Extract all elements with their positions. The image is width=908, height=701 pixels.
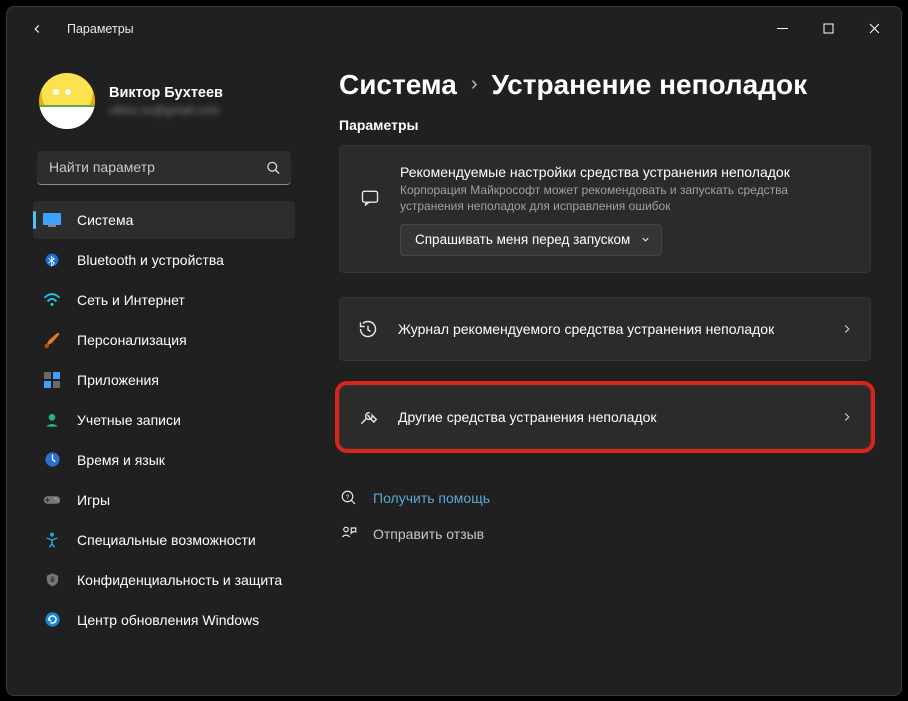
sidebar-item-system[interactable]: Система bbox=[33, 201, 295, 239]
sidebar-item-label: Приложения bbox=[77, 372, 159, 388]
nav: Система Bluetooth и устройства Сеть и Ин… bbox=[33, 201, 295, 639]
maximize-button[interactable] bbox=[805, 13, 851, 45]
sidebar-item-label: Система bbox=[77, 212, 133, 228]
sidebar: Виктор Бухтеев viktor.xx@gmail.com Систе… bbox=[7, 61, 309, 695]
accessibility-icon bbox=[43, 531, 61, 549]
search-box[interactable] bbox=[37, 151, 291, 185]
svg-text:?: ? bbox=[346, 494, 350, 501]
apps-icon bbox=[43, 371, 61, 389]
card-title: Журнал рекомендуемого средства устранени… bbox=[398, 321, 822, 337]
breadcrumb-separator-icon: › bbox=[471, 73, 478, 96]
sidebar-item-label: Сеть и Интернет bbox=[77, 292, 185, 308]
sidebar-item-label: Время и язык bbox=[77, 452, 165, 468]
sidebar-item-label: Персонализация bbox=[77, 332, 187, 348]
sidebar-item-time-language[interactable]: Время и язык bbox=[33, 441, 295, 479]
sidebar-item-label: Bluetooth и устройства bbox=[77, 252, 224, 268]
titlebar: Параметры bbox=[7, 7, 901, 51]
sidebar-item-label: Специальные возможности bbox=[77, 532, 256, 548]
chevron-right-icon bbox=[840, 410, 854, 424]
person-icon bbox=[43, 411, 61, 429]
link-get-help[interactable]: ? Получить помощь bbox=[339, 489, 871, 507]
avatar bbox=[39, 73, 95, 129]
gamepad-icon bbox=[43, 491, 61, 509]
card-troubleshoot-history[interactable]: Журнал рекомендуемого средства устранени… bbox=[339, 297, 871, 361]
profile-email: viktor.xx@gmail.com bbox=[109, 103, 223, 117]
card-title: Рекомендуемые настройки средства устране… bbox=[400, 164, 852, 180]
clock-globe-icon bbox=[43, 451, 61, 469]
link-text: Отправить отзыв bbox=[373, 526, 484, 542]
sidebar-item-personalization[interactable]: Персонализация bbox=[33, 321, 295, 359]
system-icon bbox=[43, 211, 61, 229]
sidebar-item-accessibility[interactable]: Специальные возможности bbox=[33, 521, 295, 559]
back-button[interactable] bbox=[21, 13, 53, 45]
sidebar-item-label: Конфиденциальность и защита bbox=[77, 572, 282, 588]
content: Виктор Бухтеев viktor.xx@gmail.com Систе… bbox=[7, 51, 901, 695]
chevron-right-icon bbox=[840, 322, 854, 336]
sidebar-item-privacy[interactable]: Конфиденциальность и защита bbox=[33, 561, 295, 599]
sidebar-item-bluetooth[interactable]: Bluetooth и устройства bbox=[33, 241, 295, 279]
bluetooth-icon bbox=[43, 251, 61, 269]
window-controls bbox=[759, 13, 897, 45]
main-area: Система › Устранение неполадок Параметры… bbox=[309, 61, 901, 695]
brush-icon bbox=[43, 331, 61, 349]
shield-icon bbox=[43, 571, 61, 589]
wifi-icon bbox=[43, 291, 61, 309]
recommended-preference-dropdown[interactable]: Спрашивать меня перед запуском bbox=[400, 224, 662, 256]
sidebar-item-label: Игры bbox=[77, 492, 110, 508]
wrench-icon bbox=[356, 407, 380, 427]
card-subtitle: Корпорация Майкрософт может рекомендоват… bbox=[400, 182, 852, 214]
minimize-button[interactable] bbox=[759, 13, 805, 45]
card-recommended-settings: Рекомендуемые настройки средства устране… bbox=[339, 145, 871, 273]
sidebar-item-accounts[interactable]: Учетные записи bbox=[33, 401, 295, 439]
link-send-feedback[interactable]: Отправить отзыв bbox=[339, 525, 871, 543]
window-caption: Параметры bbox=[67, 22, 134, 36]
section-label-parameters: Параметры bbox=[339, 117, 871, 133]
close-button[interactable] bbox=[851, 13, 897, 45]
sidebar-item-network[interactable]: Сеть и Интернет bbox=[33, 281, 295, 319]
help-icon: ? bbox=[339, 489, 359, 507]
sidebar-item-windows-update[interactable]: Центр обновления Windows bbox=[33, 601, 295, 639]
sidebar-item-apps[interactable]: Приложения bbox=[33, 361, 295, 399]
history-icon bbox=[356, 319, 380, 339]
chevron-down-icon bbox=[640, 234, 651, 245]
footer-links: ? Получить помощь Отправить отзыв bbox=[339, 489, 871, 543]
chat-settings-icon bbox=[358, 188, 382, 208]
sidebar-item-gaming[interactable]: Игры bbox=[33, 481, 295, 519]
breadcrumb-root[interactable]: Система bbox=[339, 69, 457, 101]
settings-window: Параметры Виктор Бухтеев viktor.xx@gmail… bbox=[6, 6, 902, 696]
sidebar-item-label: Учетные записи bbox=[77, 412, 181, 428]
dropdown-value: Спрашивать меня перед запуском bbox=[415, 232, 630, 247]
search-input[interactable] bbox=[37, 151, 291, 185]
breadcrumb-current: Устранение неполадок bbox=[492, 69, 808, 101]
feedback-icon bbox=[339, 525, 359, 543]
profile-name: Виктор Бухтеев bbox=[109, 85, 223, 101]
card-title: Другие средства устранения неполадок bbox=[398, 409, 822, 425]
breadcrumb: Система › Устранение неполадок bbox=[339, 69, 871, 101]
update-icon bbox=[43, 611, 61, 629]
link-text: Получить помощь bbox=[373, 490, 490, 506]
sidebar-item-label: Центр обновления Windows bbox=[77, 612, 259, 628]
card-other-troubleshooters[interactable]: Другие средства устранения неполадок bbox=[339, 385, 871, 449]
profile-block[interactable]: Виктор Бухтеев viktor.xx@gmail.com bbox=[33, 61, 295, 147]
